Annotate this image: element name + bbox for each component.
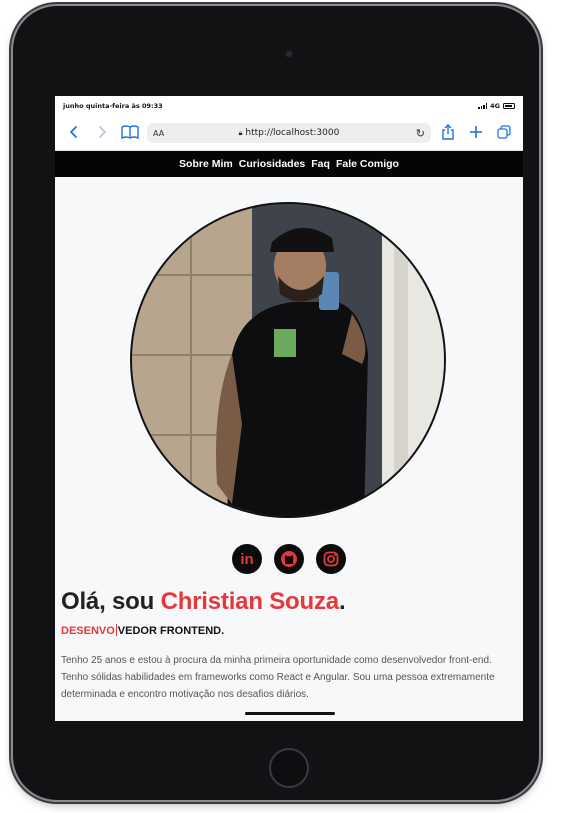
instagram-icon[interactable] [316,544,346,574]
address-bar[interactable]: AA 🔒︎ http://localhost:3000 ↻ [147,123,431,143]
status-indicators: 4G [478,102,515,110]
nav-link-faq[interactable]: Faq [311,158,330,170]
status-time: junho quinta-feira às 09:33 [63,102,163,110]
tablet-device-frame: junho quinta-feira às 09:33 4G AA 🔒︎ htt… [13,6,539,800]
linkedin-icon[interactable]: in [232,544,262,574]
nav-link-sobre-mim[interactable]: Sobre Mim [179,158,233,170]
site-navigation: Sobre Mim Curiosidades Faq Fale Comigo [55,151,523,177]
share-icon[interactable] [437,123,459,143]
plus-icon[interactable] [465,125,487,142]
book-icon[interactable] [119,124,141,142]
greeting-prefix: Olá, sou [61,588,161,615]
reload-icon[interactable]: ↻ [416,127,425,140]
role-typewriter: DESENVO VEDOR FRONTEND. [61,624,224,637]
typing-caret [115,624,117,636]
url-display: 🔒︎ http://localhost:3000 [147,128,431,138]
profile-photo [130,202,446,518]
home-button[interactable] [269,748,309,788]
browser-toolbar: AA 🔒︎ http://localhost:3000 ↻ [55,116,523,151]
home-indicator [245,712,335,715]
url-text: http://localhost:3000 [245,128,340,138]
network-label: 4G [490,102,500,110]
chevron-right-icon[interactable] [91,125,113,142]
battery-icon [503,103,515,109]
greeting-suffix: . [338,588,346,615]
nav-link-curiosidades[interactable]: Curiosidades [239,158,306,170]
signal-icon [478,103,488,109]
text-size-button[interactable]: AA [153,129,164,138]
social-links: in [55,544,523,574]
lock-icon: 🔒︎ [238,129,243,137]
front-camera [285,50,293,58]
chevron-left-icon[interactable] [63,125,85,142]
linkedin-label: in [240,550,254,568]
hero-name: Christian Souza [160,588,340,615]
github-icon[interactable] [274,544,304,574]
hero-heading: Olá, sou Christian Souza. [61,588,346,616]
status-bar: junho quinta-feira às 09:33 4G [55,96,523,116]
bio-paragraph: Tenho 25 anos e estou à procura da minha… [61,655,495,700]
role-typed: DESENVO [61,625,115,637]
role-rest: VEDOR FRONTEND. [117,625,225,637]
tabs-icon[interactable] [493,124,515,142]
tablet-screen: junho quinta-feira às 09:33 4G AA 🔒︎ htt… [55,96,523,721]
nav-link-fale-comigo[interactable]: Fale Comigo [336,158,399,170]
